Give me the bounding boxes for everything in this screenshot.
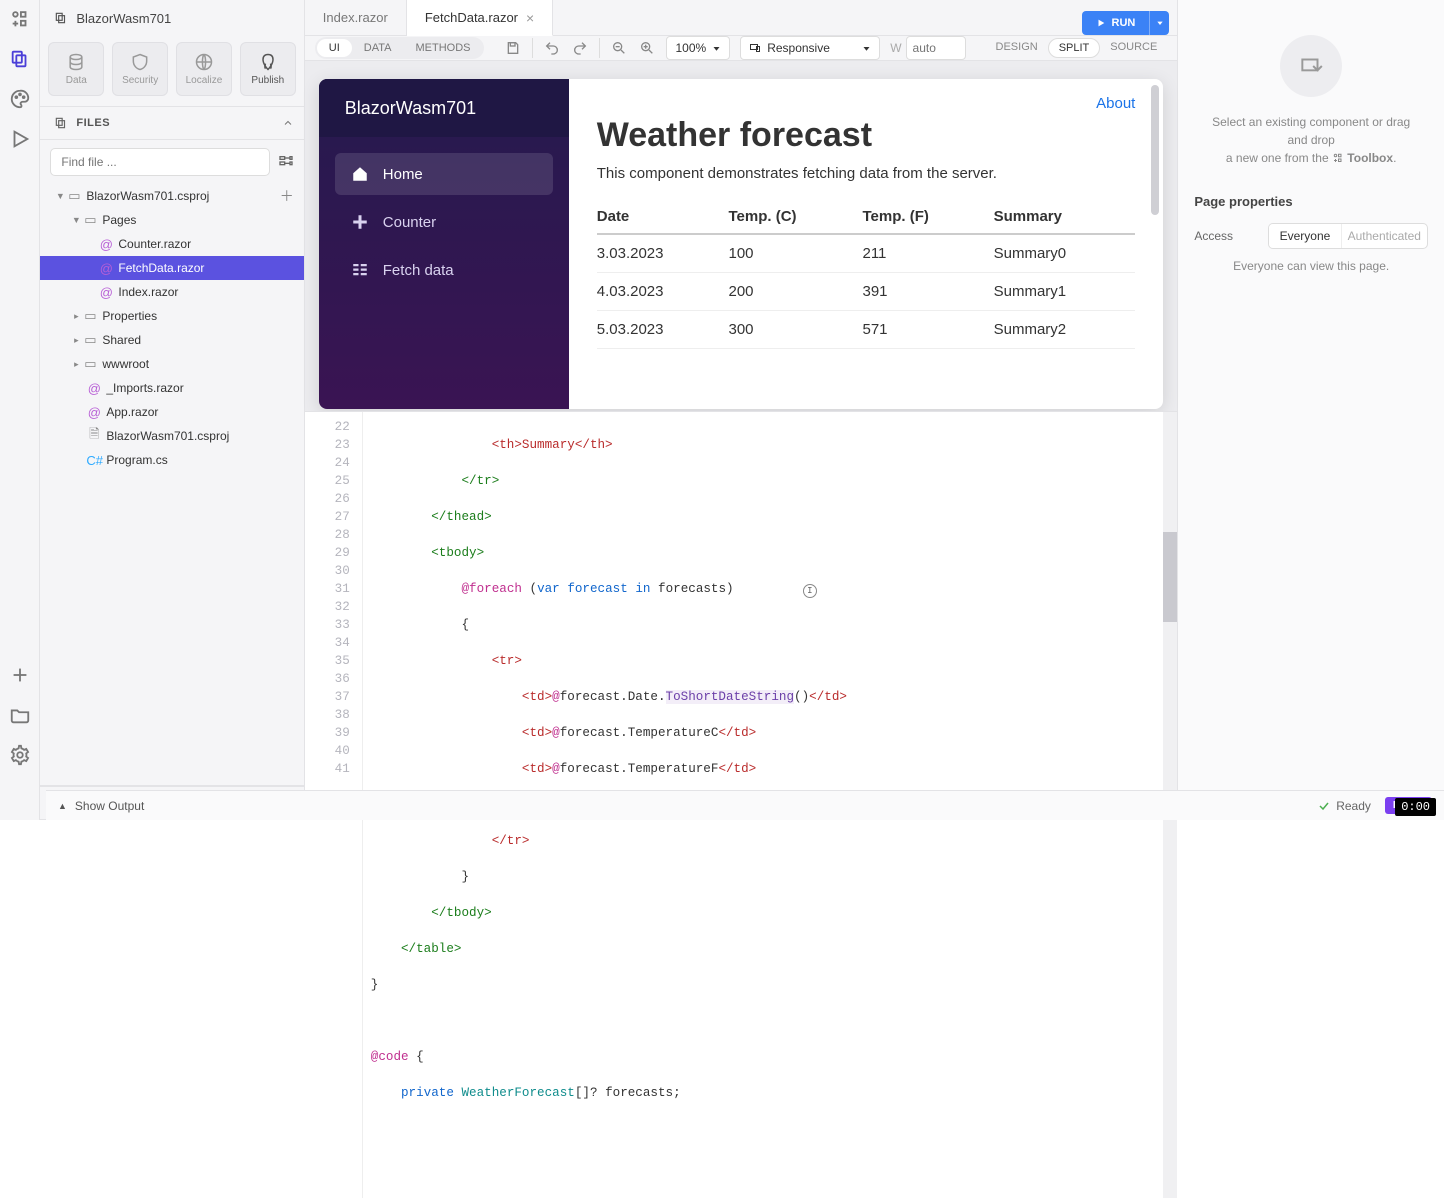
- side-panel: BlazorWasm701 Data Security Localize Pub…: [40, 0, 304, 820]
- table-row: 5.03.2023300571Summary2: [597, 311, 1136, 349]
- toolbox-icon[interactable]: [9, 8, 31, 30]
- run-dropdown[interactable]: [1149, 11, 1169, 35]
- tree-csproj[interactable]: 🗎BlazorWasm701.csproj: [40, 424, 303, 448]
- save-icon[interactable]: [504, 39, 522, 57]
- status-bar: ▲Show Output Ready Profes: [46, 790, 1444, 820]
- table-row: 4.03.2023200391Summary1: [597, 273, 1136, 311]
- tree-wwwroot[interactable]: ▸▭wwwroot: [40, 352, 303, 376]
- tab-fetchdata[interactable]: FetchData.razor×: [407, 0, 553, 36]
- preview-scrollbar[interactable]: [1151, 85, 1159, 215]
- add-file-icon[interactable]: ＋: [280, 186, 294, 206]
- tree-imports[interactable]: @_Imports.razor: [40, 376, 303, 400]
- tree-shared[interactable]: ▸▭Shared: [40, 328, 303, 352]
- settings-icon[interactable]: [9, 744, 31, 766]
- preview-table: DateTemp. (C)Temp. (F)Summary 3.03.20231…: [597, 200, 1136, 349]
- view-design[interactable]: DESIGN: [986, 38, 1048, 58]
- zoom-select[interactable]: 100%: [666, 36, 730, 60]
- tree-properties[interactable]: ▸▭Properties: [40, 304, 303, 328]
- project-head: BlazorWasm701: [40, 0, 303, 36]
- palette-icon[interactable]: [9, 88, 31, 110]
- activity-rail: [0, 0, 40, 820]
- collapse-icon[interactable]: [282, 117, 294, 129]
- localize-tool[interactable]: Localize: [176, 42, 232, 96]
- preview-heading: Weather forecast: [597, 116, 1136, 155]
- access-toggle: Everyone Authenticated: [1268, 223, 1428, 249]
- drop-target-icon: [1280, 35, 1342, 97]
- files-panel-head: FILES: [40, 106, 303, 140]
- side-tools: Data Security Localize Publish: [40, 36, 303, 106]
- open-folder-icon[interactable]: [9, 704, 31, 726]
- publish-tool[interactable]: Publish: [240, 42, 296, 96]
- seg-methods[interactable]: METHODS: [403, 39, 482, 57]
- tree-counter[interactable]: @Counter.razor: [40, 232, 303, 256]
- drop-hint: Select an existing component or drag and…: [1201, 113, 1421, 167]
- run-debug-icon[interactable]: [9, 128, 31, 150]
- tree-app[interactable]: @App.razor: [40, 400, 303, 424]
- access-authenticated[interactable]: Authenticated: [1341, 224, 1427, 248]
- preview-nav-home[interactable]: Home: [335, 153, 553, 195]
- view-source[interactable]: SOURCE: [1100, 38, 1167, 58]
- run-button[interactable]: RUN: [1082, 11, 1150, 35]
- table-row: 3.03.2023100211Summary0: [597, 234, 1136, 273]
- seg-data[interactable]: DATA: [352, 39, 404, 57]
- view-mode-segment: UI DATA METHODS: [315, 37, 485, 59]
- tree-fetchdata[interactable]: @FetchData.razor: [40, 256, 303, 280]
- preview-canvas: BlazorWasm701 Home Counter Fetch data Ab…: [319, 79, 1164, 409]
- preview-nav-fetch[interactable]: Fetch data: [335, 249, 553, 291]
- access-note: Everyone can view this page.: [1194, 259, 1428, 273]
- preview-about-link[interactable]: About: [1096, 95, 1135, 112]
- section-page-properties: Page properties: [1194, 194, 1428, 209]
- undo-icon[interactable]: [543, 39, 561, 57]
- width-input[interactable]: [906, 36, 966, 60]
- add-icon[interactable]: [9, 664, 31, 686]
- explorer-icon[interactable]: [9, 48, 31, 70]
- properties-panel: Select an existing component or drag and…: [1177, 0, 1444, 820]
- zoom-in-icon[interactable]: [638, 39, 656, 57]
- status-ready: Ready: [1318, 799, 1371, 813]
- tree-pages[interactable]: ▼▭Pages: [40, 208, 303, 232]
- show-output[interactable]: ▲Show Output: [58, 799, 144, 813]
- tree-settings-icon[interactable]: [278, 154, 294, 170]
- preview-nav-counter[interactable]: Counter: [335, 201, 553, 243]
- layout-tabs: DESIGN SPLIT SOURCE: [986, 38, 1168, 58]
- file-tree: ▼▭BlazorWasm701.csproj＋ ▼▭Pages @Counter…: [40, 184, 303, 785]
- tree-root[interactable]: ▼▭BlazorWasm701.csproj＋: [40, 184, 303, 208]
- security-tool[interactable]: Security: [112, 42, 168, 96]
- preview-desc: This component demonstrates fetching dat…: [597, 165, 1136, 182]
- close-tab-icon[interactable]: ×: [526, 10, 534, 26]
- seg-ui[interactable]: UI: [317, 39, 352, 57]
- find-file-input[interactable]: [50, 148, 269, 176]
- timer-overlay: 0:00: [1395, 798, 1436, 816]
- tab-index[interactable]: Index.razor: [305, 0, 407, 35]
- tree-index[interactable]: @Index.razor: [40, 280, 303, 304]
- project-name: BlazorWasm701: [76, 11, 171, 26]
- device-select[interactable]: Responsive: [740, 36, 880, 60]
- editor-tabs: Index.razor FetchData.razor× RUN: [305, 0, 1178, 36]
- preview-brand: BlazorWasm701: [319, 79, 569, 137]
- text-cursor-icon: I: [803, 584, 817, 598]
- tree-program[interactable]: C#Program.cs: [40, 448, 303, 472]
- access-everyone[interactable]: Everyone: [1269, 224, 1340, 248]
- zoom-out-icon[interactable]: [610, 39, 628, 57]
- view-split[interactable]: SPLIT: [1048, 38, 1101, 58]
- redo-icon[interactable]: [571, 39, 589, 57]
- designer-toolbar: UI DATA METHODS 100% Responsive W DESIGN…: [305, 36, 1178, 61]
- data-tool[interactable]: Data: [48, 42, 104, 96]
